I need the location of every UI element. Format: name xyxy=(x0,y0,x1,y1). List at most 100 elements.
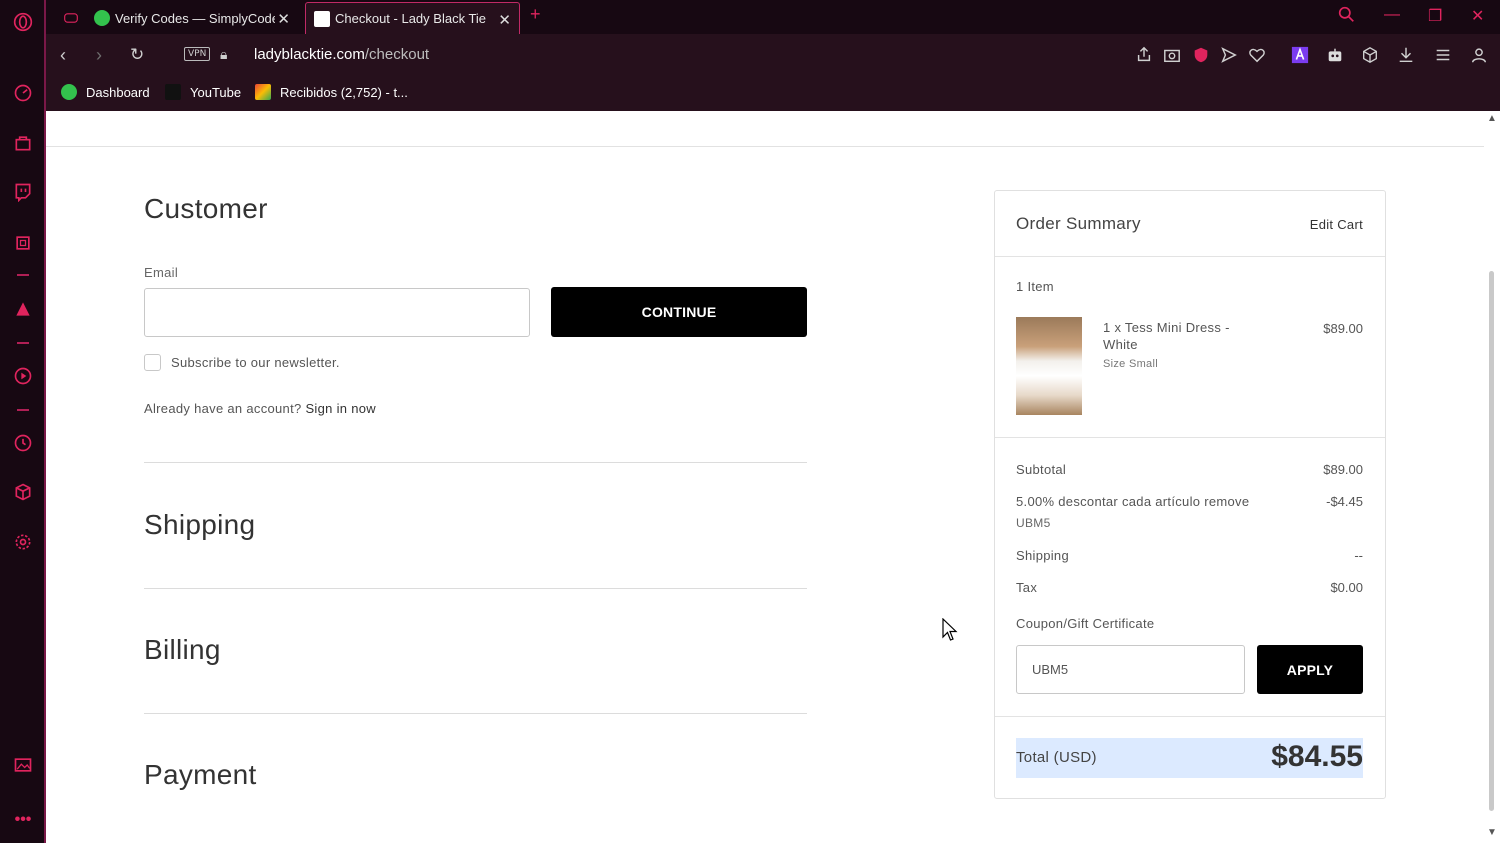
send-icon[interactable] xyxy=(1220,46,1238,64)
gx-corner-icon[interactable] xyxy=(56,2,78,34)
more-icon[interactable]: ••• xyxy=(11,808,35,832)
cube-icon[interactable] xyxy=(1361,46,1379,64)
total-label: Total (USD) xyxy=(1016,749,1097,766)
bookmark-gmail[interactable]: Recibidos (2,752) - t... xyxy=(255,84,408,100)
summary-divider xyxy=(995,437,1385,438)
opera-logo-icon[interactable] xyxy=(11,10,35,34)
browser-sidebar: ••• xyxy=(0,0,46,843)
youtube-favicon-icon xyxy=(165,84,181,100)
discount-label[interactable]: 5.00% descontar cada artículo remove xyxy=(1016,494,1249,509)
item-size: Size Small xyxy=(1103,358,1158,370)
scroll-down-icon[interactable]: ▼ xyxy=(1487,827,1497,838)
bookmarks-bar: Dashboard YouTube Recibidos (2,752) - t.… xyxy=(46,76,1500,111)
sidebar-divider xyxy=(17,342,29,344)
profile-icon[interactable] xyxy=(1470,46,1488,64)
section-divider xyxy=(144,588,807,589)
total-value: $84.55 xyxy=(1271,740,1363,773)
box-icon[interactable] xyxy=(11,480,35,504)
checkout-page: Customer Email CONTINUE Subscribe to our… xyxy=(46,111,1500,843)
vpn-badge[interactable]: VPN xyxy=(184,47,211,61)
sidebar-divider xyxy=(17,274,29,276)
product-thumbnail xyxy=(1016,317,1082,415)
order-summary-title: Order Summary xyxy=(1016,214,1141,233)
search-tabs-icon[interactable] xyxy=(1338,6,1355,28)
header-divider xyxy=(46,146,1484,147)
tab-strip: Verify Codes — SimplyCodes ✕ Checkout - … xyxy=(46,0,1500,34)
close-window-icon[interactable]: ✕ xyxy=(1471,6,1484,26)
summary-divider xyxy=(995,256,1385,257)
minimize-icon[interactable]: — xyxy=(1384,6,1400,24)
shipping-label: Shipping xyxy=(1016,548,1069,563)
section-divider xyxy=(144,462,807,463)
forward-icon[interactable]: › xyxy=(96,45,102,66)
reload-icon[interactable]: ↻ xyxy=(130,45,144,65)
payment-heading: Payment xyxy=(144,759,257,790)
tab-verify-codes[interactable]: Verify Codes — SimplyCodes ✕ xyxy=(86,2,298,34)
apply-coupon-button[interactable]: APPLY xyxy=(1257,645,1363,694)
subtotal-value: $89.00 xyxy=(1323,462,1363,477)
newsletter-checkbox[interactable] xyxy=(144,354,161,371)
discount-value: -$4.45 xyxy=(1326,494,1363,509)
heart-icon[interactable] xyxy=(1248,46,1266,64)
cpu-icon[interactable] xyxy=(11,231,35,255)
mouse-cursor-icon xyxy=(942,618,958,641)
email-label: Email xyxy=(144,265,179,280)
newsletter-label: Subscribe to our newsletter. xyxy=(171,355,340,370)
close-tab-icon[interactable]: ✕ xyxy=(498,11,511,29)
tab-checkout[interactable]: Checkout - Lady Black Tie ✕ xyxy=(305,2,520,34)
summary-divider xyxy=(995,716,1385,717)
page-scrollbar[interactable]: ▲ ▼ xyxy=(1484,111,1500,843)
scroll-up-icon[interactable]: ▲ xyxy=(1487,113,1497,124)
back-icon[interactable]: ‹ xyxy=(60,45,66,66)
ladyblacktie-favicon-icon xyxy=(314,10,330,27)
tax-label: Tax xyxy=(1016,580,1038,595)
gallery-icon[interactable] xyxy=(11,753,35,777)
shipping-heading: Shipping xyxy=(144,509,256,540)
coupon-label: Coupon/Gift Certificate xyxy=(1016,616,1155,631)
item-price: $89.00 xyxy=(1323,321,1363,336)
camera-icon[interactable] xyxy=(1163,46,1181,64)
sidebar-divider xyxy=(17,409,29,411)
adblock-shield-icon[interactable] xyxy=(1192,46,1210,64)
item-name: 1 x Tess Mini Dress - White xyxy=(1103,320,1230,352)
billing-heading: Billing xyxy=(144,634,221,665)
scroll-thumb[interactable] xyxy=(1489,271,1494,811)
tax-value: $0.00 xyxy=(1330,580,1363,595)
history-icon[interactable] xyxy=(11,431,35,455)
bookmark-dashboard[interactable]: Dashboard xyxy=(61,84,150,100)
download-icon[interactable] xyxy=(1397,46,1415,64)
email-field[interactable] xyxy=(144,288,530,337)
twitch-icon[interactable] xyxy=(11,180,35,204)
item-count: 1 Item xyxy=(1016,279,1054,294)
share-icon[interactable] xyxy=(1135,46,1153,64)
close-tab-icon[interactable]: ✕ xyxy=(277,10,290,28)
easy-setup-icon[interactable] xyxy=(1434,46,1452,64)
aria-extension-icon[interactable] xyxy=(1291,46,1309,64)
discount-code: UBM5 xyxy=(1016,516,1051,530)
edit-cart-link[interactable]: Edit Cart xyxy=(1310,217,1363,232)
simplycodes-favicon-icon xyxy=(94,10,110,26)
settings-icon[interactable] xyxy=(11,530,35,554)
customer-heading: Customer xyxy=(144,193,268,224)
robot-extension-icon[interactable] xyxy=(1326,46,1344,64)
bookmark-youtube[interactable]: YouTube xyxy=(165,84,241,100)
speed-dial-icon[interactable] xyxy=(11,81,35,105)
new-tab-icon[interactable]: + xyxy=(530,4,541,25)
player-icon[interactable] xyxy=(11,364,35,388)
account-prompt: Already have an account? Sign in now xyxy=(144,401,376,416)
aria-icon[interactable] xyxy=(11,297,35,321)
shipping-value: -- xyxy=(1354,548,1363,563)
gmail-favicon-icon xyxy=(255,84,271,100)
url-field[interactable]: ladyblacktie.com/checkout xyxy=(254,46,429,63)
dashboard-favicon-icon xyxy=(61,84,77,100)
subtotal-label: Subtotal xyxy=(1016,462,1067,477)
restore-icon[interactable]: ❐ xyxy=(1428,6,1442,26)
continue-button[interactable]: CONTINUE xyxy=(551,287,807,337)
order-summary: Order Summary Edit Cart 1 Item 1 x Tess … xyxy=(994,190,1386,799)
bag-icon[interactable] xyxy=(11,131,35,155)
lock-icon[interactable]: 🔒︎ xyxy=(220,46,227,63)
coupon-field[interactable]: UBM5 xyxy=(1016,645,1245,694)
sign-in-link[interactable]: Sign in now xyxy=(305,401,376,416)
address-bar: ‹ › ↻ VPN 🔒︎ ladyblacktie.com/checkout xyxy=(46,34,1500,76)
section-divider xyxy=(144,713,807,714)
